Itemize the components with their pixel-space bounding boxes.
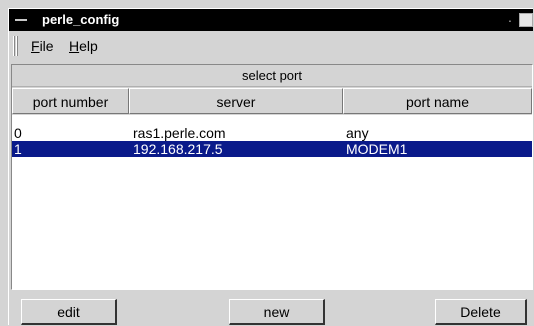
cell-server: 192.168.217.5 — [133, 141, 223, 157]
window-title: perle_config — [36, 10, 126, 30]
cell-port-name: MODEM1 — [346, 141, 408, 157]
port-list[interactable]: 0 ras1.perle.com any 1 192.168.217.5 MOD… — [12, 115, 532, 289]
menu-file[interactable]: File — [29, 37, 56, 55]
cell-port-number: 0 — [14, 125, 22, 141]
menu-file-label: ile — [39, 38, 54, 54]
menu-bar: File Help — [9, 33, 533, 58]
menu-help-label: elp — [79, 38, 98, 54]
app-window: perle_config · File Help select port por… — [8, 8, 533, 325]
menubar-grip-handle[interactable] — [13, 36, 19, 56]
menu-help-mnemonic: H — [69, 38, 80, 54]
title-bar[interactable]: perle_config · — [9, 9, 533, 31]
column-header-port-name[interactable]: port name — [343, 88, 532, 114]
title-bar-fill — [131, 11, 503, 29]
window-menu-icon[interactable] — [11, 11, 35, 29]
maximize-icon[interactable] — [519, 13, 533, 27]
panel-title: select port — [12, 65, 532, 87]
edit-button[interactable]: edit — [21, 299, 117, 325]
cell-port-number: 1 — [14, 141, 22, 157]
table-row-selected[interactable]: 1 192.168.217.5 MODEM1 — [12, 141, 532, 157]
menu-file-mnemonic: F — [31, 38, 40, 54]
cell-port-name: any — [346, 125, 369, 141]
cell-server: ras1.perle.com — [133, 125, 226, 141]
menu-help[interactable]: Help — [67, 37, 100, 55]
column-header-port-number[interactable]: port number — [12, 88, 129, 114]
delete-button[interactable]: Delete — [435, 299, 527, 325]
minimize-icon[interactable]: · — [503, 13, 517, 27]
table-row[interactable]: 0 ras1.perle.com any — [12, 125, 532, 141]
column-header-server[interactable]: server — [129, 88, 343, 114]
port-list-panel: select port port number server port name… — [11, 64, 533, 290]
new-button[interactable]: new — [229, 299, 325, 325]
